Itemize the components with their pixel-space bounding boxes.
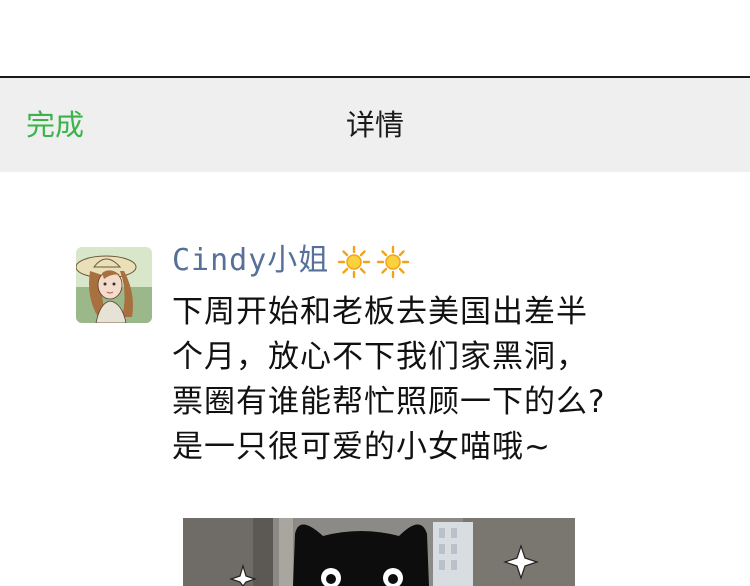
post-photo[interactable] (183, 518, 575, 586)
avatar[interactable] (76, 247, 152, 323)
post-text: 下周开始和老板去美国出差半 个月，放心不下我们家黑洞， 票圈有谁能帮忙照顾一下的… (172, 290, 642, 470)
top-blank-area (0, 0, 750, 76)
post-text-line: 个月，放心不下我们家黑洞， (172, 339, 588, 375)
sun-icon (337, 245, 371, 279)
post-text-line: 票圈有谁能帮忙照顾一下的么? (172, 384, 606, 420)
sun-icon (376, 245, 410, 279)
done-button[interactable]: 完成 (26, 78, 84, 172)
navigation-bar: 详情 完成 (0, 78, 750, 172)
post-text-line: 是一只很可爱的小女喵哦~ (172, 429, 551, 465)
page-title: 详情 (345, 108, 404, 142)
avatar-image (76, 247, 152, 323)
username[interactable]: Cindy小姐 (172, 240, 329, 282)
post-text-line: 下周开始和老板去美国出差半 (172, 294, 588, 330)
black-cat-photo (183, 518, 575, 586)
